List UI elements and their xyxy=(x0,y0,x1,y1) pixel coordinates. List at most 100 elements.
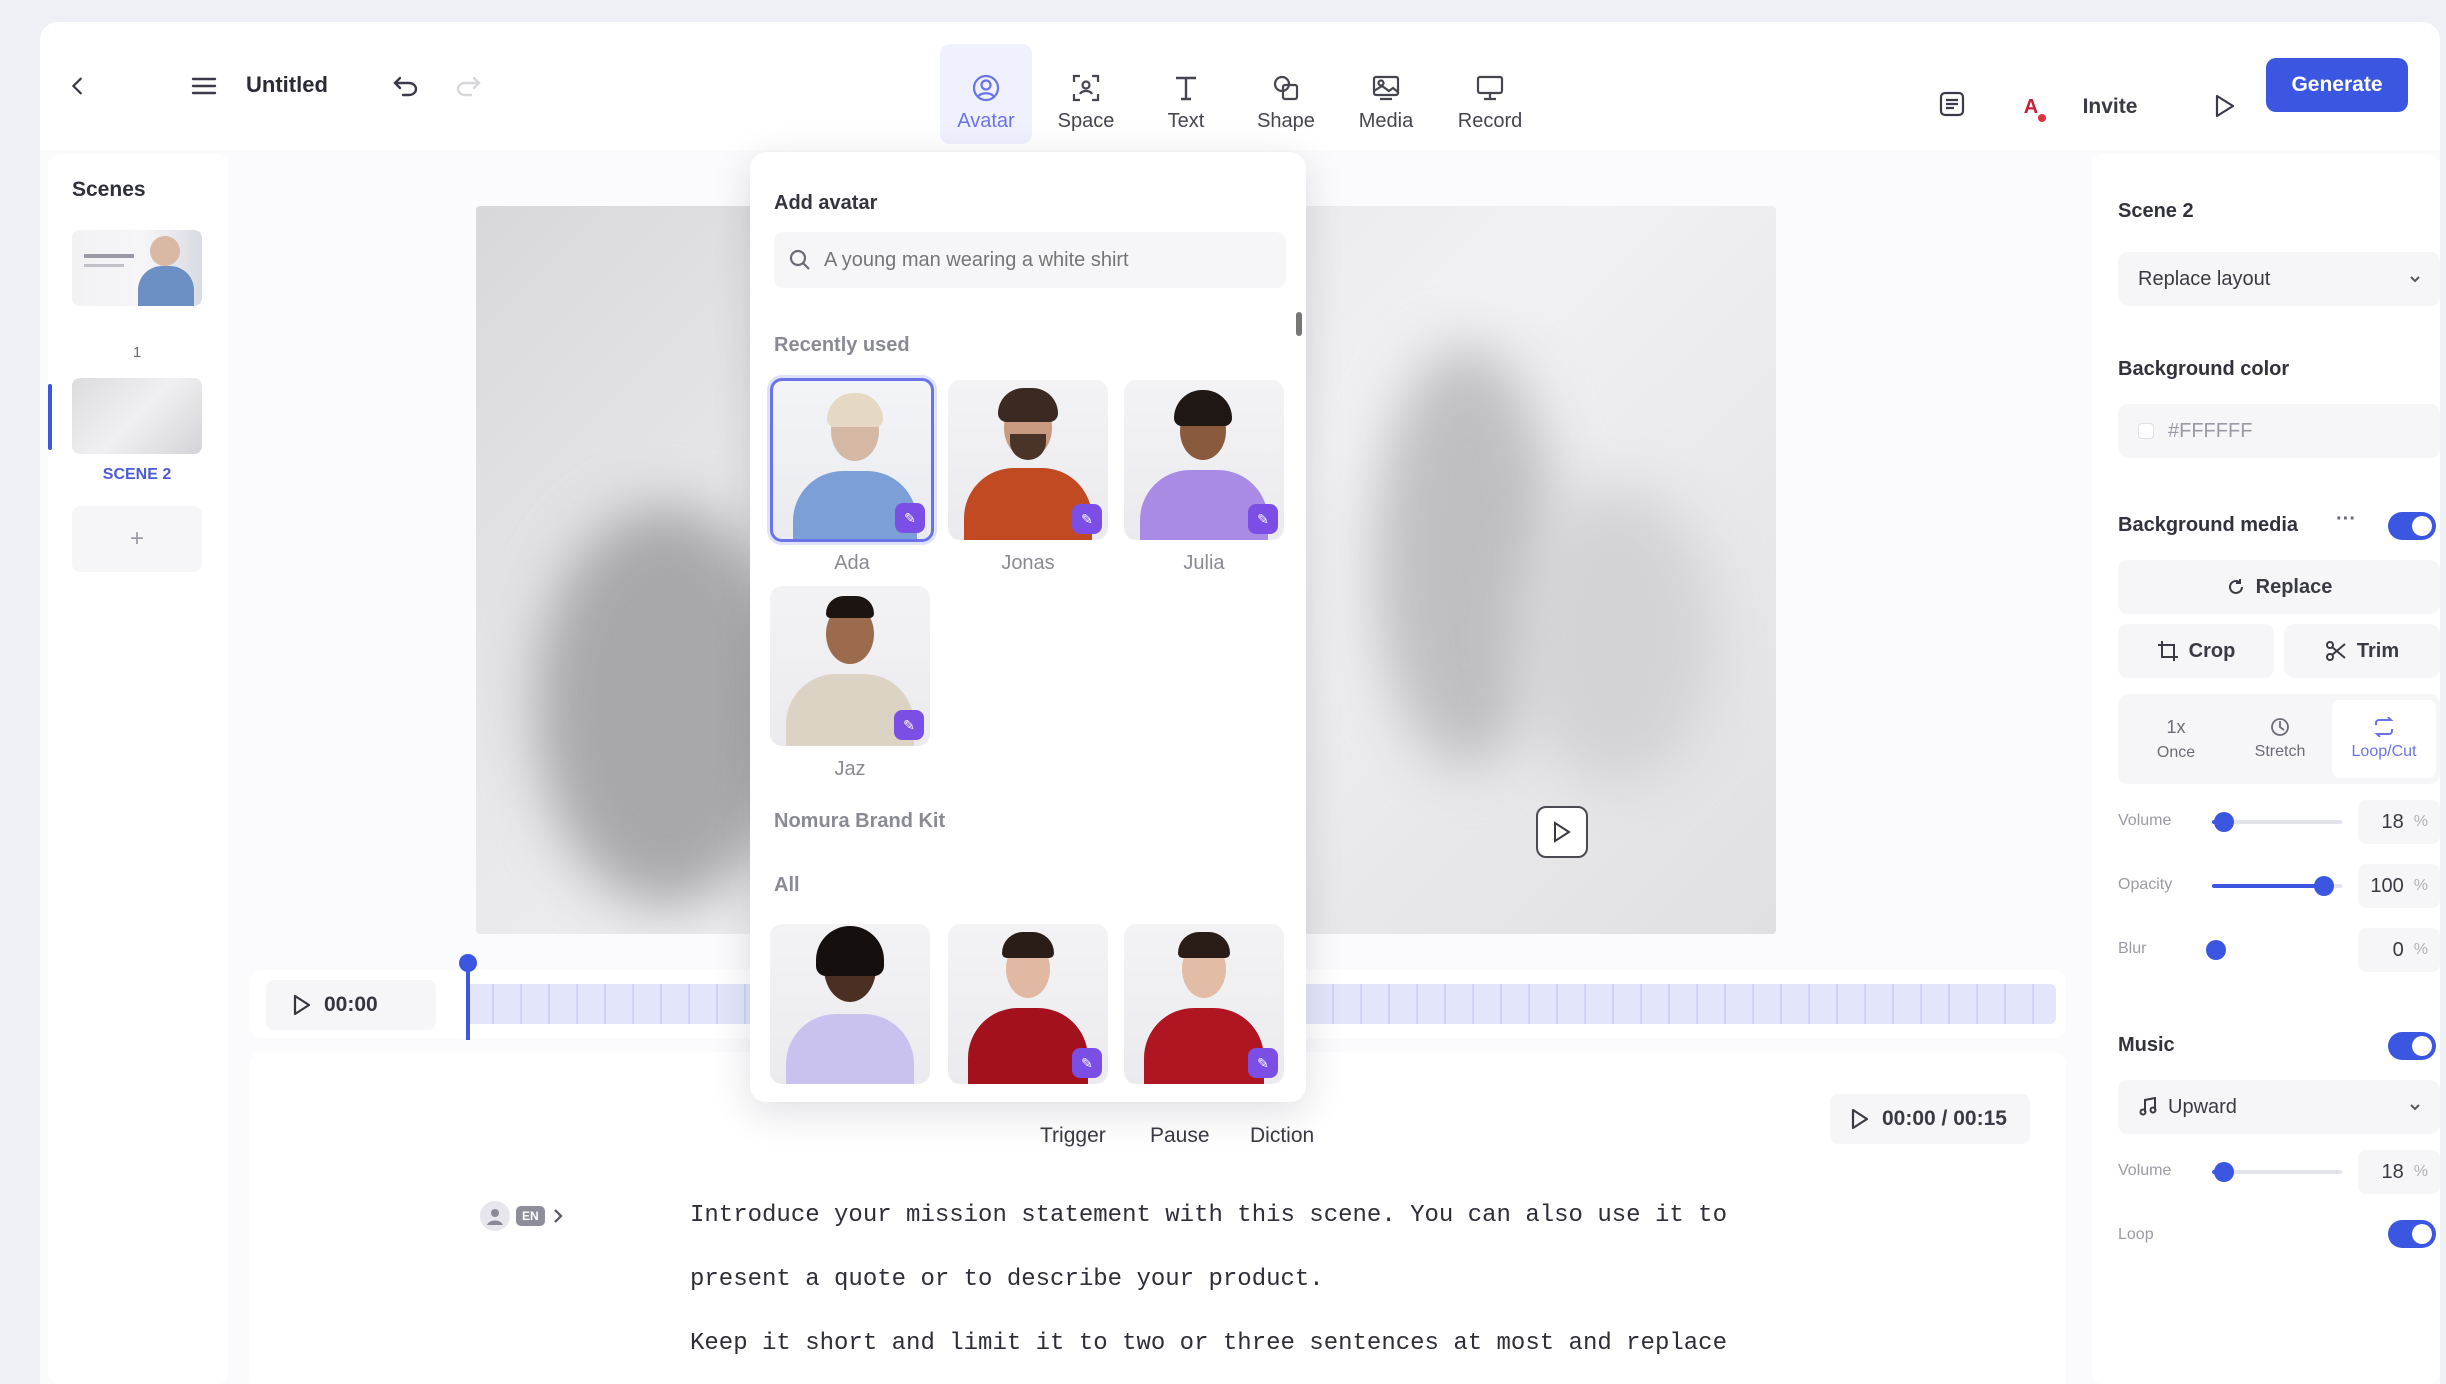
music-toggle[interactable] xyxy=(2388,1032,2436,1060)
tool-media[interactable]: Media xyxy=(1340,44,1432,144)
trim-button[interactable]: Trim xyxy=(2284,624,2440,678)
timeline-time: 00:00 xyxy=(324,993,378,1016)
tool-shape[interactable]: Shape xyxy=(1240,44,1332,144)
tool-space[interactable]: Space xyxy=(1040,44,1132,144)
scene-properties-panel: Scene 2 Replace layout Background color … xyxy=(2092,154,2440,1384)
popover-title: Add avatar xyxy=(774,192,878,214)
scene-label-2: SCENE 2 xyxy=(102,466,172,483)
undo-icon[interactable] xyxy=(386,66,426,106)
scene-thumbnail-1[interactable] xyxy=(72,230,202,306)
opacity-input[interactable]: 100 % xyxy=(2358,864,2440,908)
logo-placeholder-icon[interactable] xyxy=(1536,806,1588,858)
media-icon xyxy=(1371,72,1401,104)
music-volume-knob[interactable] xyxy=(2214,1162,2234,1182)
search-icon xyxy=(789,249,810,270)
avatar-card-ada[interactable]: ✎ xyxy=(770,378,934,542)
popover-scrollbar[interactable] xyxy=(1296,312,1302,336)
avatar-search-input[interactable] xyxy=(824,248,1264,272)
menu-icon[interactable] xyxy=(184,66,224,106)
tool-record[interactable]: Record xyxy=(1444,44,1536,144)
avatar-name: Jaz xyxy=(834,758,866,780)
music-loop-toggle[interactable] xyxy=(2388,1220,2436,1248)
background-color-field[interactable]: #FFFFFF xyxy=(2118,404,2440,458)
project-title[interactable]: Untitled xyxy=(246,72,328,98)
avatar-card-julia[interactable]: ✎ xyxy=(1124,380,1284,540)
blur-slider[interactable] xyxy=(2206,940,2342,960)
custom-avatar-badge-icon: ✎ xyxy=(1248,504,1278,534)
music-track-select[interactable]: Upward xyxy=(2118,1080,2440,1134)
trigger-control[interactable]: Trigger xyxy=(1040,1124,1106,1148)
crop-label: Crop xyxy=(2188,639,2236,662)
preview-play-icon[interactable] xyxy=(2204,86,2244,126)
user-avatar[interactable]: A xyxy=(2012,88,2050,126)
playback-loop-cut[interactable]: Loop/Cut xyxy=(2332,700,2436,778)
redo-icon[interactable] xyxy=(448,66,488,106)
custom-avatar-badge-icon: ✎ xyxy=(894,710,924,740)
shape-icon xyxy=(1271,72,1301,104)
avatar-card[interactable]: ✎ xyxy=(948,924,1108,1084)
volume-knob[interactable] xyxy=(2214,812,2234,832)
refresh-icon xyxy=(2228,579,2243,594)
diction-control[interactable]: Diction xyxy=(1250,1124,1314,1148)
playback-once[interactable]: 1x Once xyxy=(2124,700,2228,778)
scene-duration-play[interactable]: 00:00 / 00:15 xyxy=(1830,1094,2030,1144)
layout-select[interactable]: Replace layout xyxy=(2118,252,2440,306)
replace-media-button[interactable]: Replace xyxy=(2118,560,2440,614)
percent-sign: % xyxy=(2413,941,2428,958)
invite-button[interactable]: Invite xyxy=(2060,82,2160,132)
playback-label: Stretch xyxy=(2254,743,2306,760)
crop-icon xyxy=(2157,641,2178,661)
script-notes-icon[interactable] xyxy=(1932,84,1972,124)
background-color-heading: Background color xyxy=(2118,358,2290,380)
record-icon xyxy=(1475,72,1505,104)
blur-label: Blur xyxy=(2118,940,2147,957)
opacity-knob[interactable] xyxy=(2314,876,2334,896)
blur-knob[interactable] xyxy=(2206,940,2226,960)
scene-thumbnail-2[interactable] xyxy=(72,378,202,454)
background-media-toggle[interactable] xyxy=(2388,512,2436,540)
scene-title: Scene 2 xyxy=(2118,200,2194,222)
playback-stretch[interactable]: Stretch xyxy=(2228,700,2332,778)
timeline-playhead[interactable] xyxy=(459,954,477,1040)
avatar-search-box[interactable] xyxy=(774,232,1286,288)
add-scene-button[interactable]: + xyxy=(72,506,202,572)
all-avatars-heading: All xyxy=(774,874,800,896)
timeline-play-button[interactable]: 00:00 xyxy=(266,980,436,1030)
blur-input[interactable]: 0 % xyxy=(2358,928,2440,972)
music-volume-input[interactable]: 18 % xyxy=(2358,1150,2440,1194)
tool-avatar[interactable]: Avatar xyxy=(940,44,1032,144)
scenes-sidebar: Scenes 1 SCENE 2 + xyxy=(48,154,228,1384)
avatar-icon xyxy=(971,72,1001,104)
pause-control[interactable]: Pause xyxy=(1150,1124,1210,1148)
tool-label: Record xyxy=(1457,110,1523,132)
volume-input[interactable]: 18 % xyxy=(2358,800,2440,844)
playback-label: Loop/Cut xyxy=(2351,743,2417,760)
avatar-card[interactable] xyxy=(770,924,930,1084)
layout-select-value: Replace layout xyxy=(2138,267,2271,290)
percent-sign: % xyxy=(2413,877,2428,894)
voice-selector[interactable]: EN xyxy=(480,1194,600,1238)
avatar-card[interactable]: ✎ xyxy=(1124,924,1284,1084)
volume-slider[interactable] xyxy=(2212,812,2342,832)
avatar-hair xyxy=(1178,932,1230,958)
script-line[interactable]: Introduce your mission statement with th… xyxy=(690,1202,1727,1229)
music-volume-slider[interactable] xyxy=(2212,1162,2342,1182)
replace-label: Replace xyxy=(2255,575,2333,598)
opacity-slider[interactable] xyxy=(2212,876,2342,896)
tool-text[interactable]: Text xyxy=(1140,44,1232,144)
avatar-card-jonas[interactable]: ✎ xyxy=(948,380,1108,540)
chevron-down-icon xyxy=(2410,276,2420,283)
custom-avatar-badge-icon: ✎ xyxy=(1248,1048,1278,1078)
generate-button[interactable]: Generate xyxy=(2266,58,2408,112)
more-options-icon[interactable]: ··· xyxy=(2336,508,2356,531)
color-swatch xyxy=(2138,423,2154,439)
back-arrow-icon[interactable] xyxy=(58,66,98,106)
script-line[interactable]: present a quote or to describe your prod… xyxy=(690,1266,1324,1293)
play-icon xyxy=(293,994,311,1016)
crop-button[interactable]: Crop xyxy=(2118,624,2274,678)
avatar-hair xyxy=(826,596,874,618)
avatar-name: Ada xyxy=(834,552,870,574)
script-line[interactable]: Keep it short and limit it to two or thr… xyxy=(690,1330,1727,1357)
opacity-label: Opacity xyxy=(2118,876,2173,893)
avatar-card-jaz[interactable]: ✎ xyxy=(770,586,930,746)
